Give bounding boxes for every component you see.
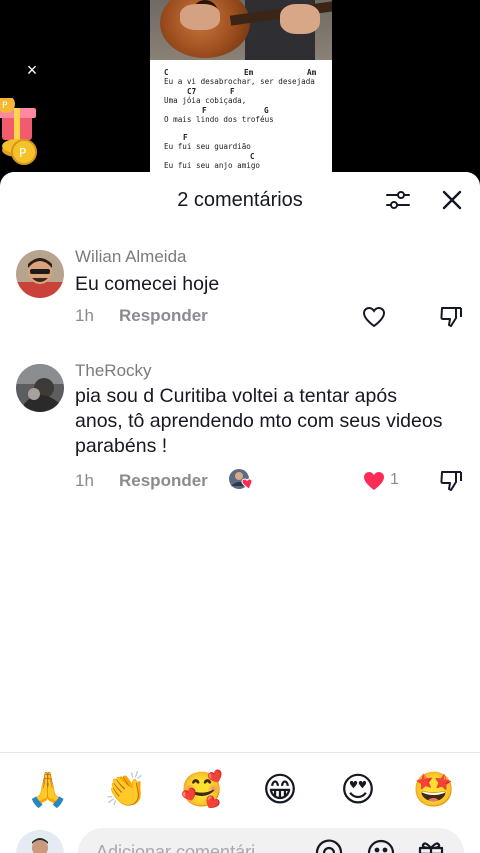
chord-line: FG [164,106,320,115]
star-struck-emoji[interactable]: 🤩 [412,768,456,812]
thumbs-down-icon[interactable] [438,304,464,330]
divider [0,752,480,753]
close-icon[interactable]: × [22,60,42,80]
video-frame: C Em Am Eu a vi desabrochar, ser desejada C7… [150,0,332,200]
comment-input[interactable]: Adicionar comentári... [78,828,464,853]
comment-text: pia sou d Curitiba voltei a tentar após … [75,385,443,457]
comments-panel: 2 comentários Wilian Almeida Eu comecei … [0,172,480,853]
hand-shape [180,4,220,30]
heart-eyes-emoji[interactable]: 😍 [336,768,380,812]
at-icon[interactable] [314,838,344,853]
praying-hands-emoji[interactable]: 🙏 [26,768,70,812]
reply-button[interactable]: Responder [119,471,208,491]
guitar-player-image [150,0,332,60]
comments-header: 2 comentários [0,172,480,228]
chord-label: C7 [187,87,197,96]
chord-label: C [164,68,169,77]
chord-label: G [264,106,269,115]
comment-input-placeholder: Adicionar comentári... [96,842,271,853]
chord-label: F [230,87,235,96]
chord-label: F [202,106,207,115]
comment-time: 1h [75,471,94,490]
comment-username[interactable]: Wilian Almeida [75,247,187,267]
video-preview[interactable]: C Em Am Eu a vi desabrochar, ser desejada C7… [0,0,480,200]
lyric-line: Eu fui seu guardião [164,142,251,151]
smiling-face-with-hearts-emoji[interactable]: 🥰 [180,768,224,812]
chord-label: Em [244,68,254,77]
svg-text:P: P [2,101,8,111]
avatar[interactable] [16,250,64,298]
lyric-line: Eu fui seu anjo amigo [164,161,261,170]
gift-icon[interactable] [416,838,446,853]
lyric-line: Eu a vi desabrochar, ser desejada [164,77,315,86]
chord-label: Am [307,68,317,77]
sliders-icon[interactable] [384,186,412,214]
chord-sheet: C Em Am Eu a vi desabrochar, ser desejada C7… [150,64,332,171]
comment-input-bar: Adicionar comentári... [0,824,480,853]
thumbs-down-icon[interactable] [438,468,464,494]
close-icon[interactable] [438,186,466,214]
comment-meta: 1h Responder [75,471,208,491]
comment-time: 1h [75,306,94,325]
comment-text: Eu comecei hoje [75,273,220,295]
lyric-line: Uma jóia cobiçada, [164,96,247,105]
my-avatar[interactable] [16,830,64,853]
lyric-line: O mais lindo dos troféus [164,115,274,124]
heart-icon[interactable] [361,304,387,330]
chord-line: C7 F [164,87,320,96]
comment-username[interactable]: TheRocky [75,361,152,381]
chord-label: C [250,152,255,161]
chord-label: F [183,133,188,142]
comment-meta: 1h Responder [75,306,208,326]
avatar[interactable] [16,364,64,412]
clapping-hands-emoji[interactable]: 👏 [104,768,148,812]
coins-gift-icon[interactable]: P P [0,98,40,170]
comment-item: TheRocky pia sou d Curitiba voltei a ten… [0,358,480,508]
smiley-icon[interactable] [366,838,396,853]
like-count: 1 [390,471,399,488]
creator-liked-icon [229,469,253,490]
heart-icon-filled[interactable] [361,468,387,494]
reply-button[interactable]: Responder [119,306,208,326]
hand-shape [280,4,320,34]
sheet-gap [164,125,320,133]
svg-text:P: P [19,146,26,160]
chord-line: F [164,133,320,142]
chord-line: C Em Am [164,68,320,77]
grinning-face-emoji[interactable]: 😁 [258,768,302,812]
comment-item: Wilian Almeida Eu comecei hoje 1h Respon… [0,244,480,344]
chord-line: C [164,152,320,161]
quick-emoji-bar: 🙏 👏 🥰 😁 😍 🤩 [0,768,480,812]
